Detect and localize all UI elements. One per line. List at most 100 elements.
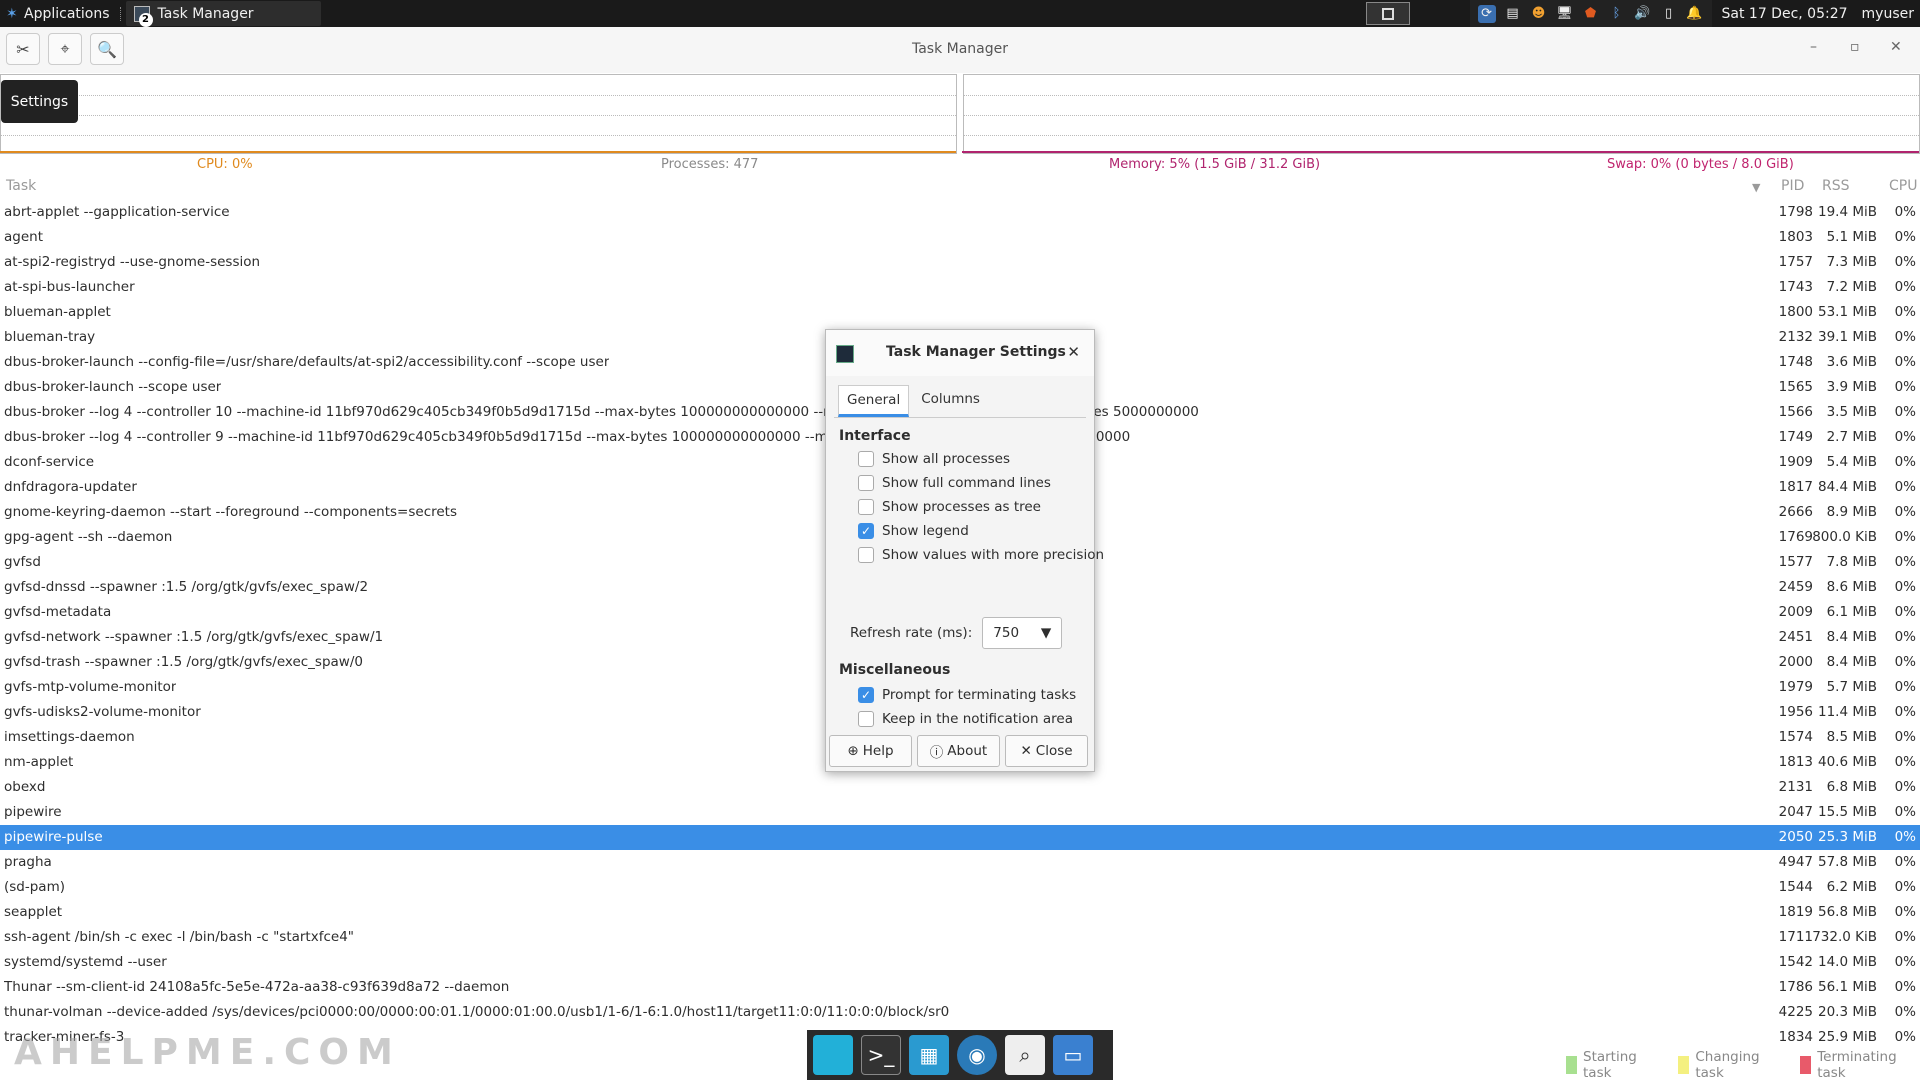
clipboard-icon[interactable]: ▤ bbox=[1504, 5, 1522, 23]
checkbox-option[interactable]: Show all processes bbox=[858, 451, 1010, 467]
volume-icon[interactable]: 🔊 bbox=[1634, 5, 1652, 23]
table-row[interactable]: thunar-volman --device-added /sys/device… bbox=[0, 1000, 1920, 1025]
workspace-switcher[interactable] bbox=[1365, 2, 1410, 25]
web-browser-icon[interactable]: ◉ bbox=[957, 1035, 997, 1075]
cell-task: dbus-broker-launch --config-file=/usr/sh… bbox=[4, 354, 610, 370]
checkbox-label: Prompt for terminating tasks bbox=[882, 687, 1077, 703]
cell-cpu: 0% bbox=[1894, 904, 1916, 920]
cell-rss: 6.2 MiB bbox=[1826, 879, 1877, 895]
column-cpu[interactable]: CPU bbox=[1889, 178, 1917, 194]
cell-pid: 2451 bbox=[1778, 629, 1813, 645]
bluetooth-icon[interactable]: ᛒ bbox=[1608, 5, 1626, 23]
refresh-rate-select[interactable]: 750 ▼ bbox=[982, 617, 1063, 649]
table-row[interactable]: systemd/systemd --user 1542 14.0 MiB 0% bbox=[0, 950, 1920, 975]
dialog-buttons: ⊕ Help ⓘ About ✕ Close bbox=[829, 735, 1088, 767]
table-row[interactable]: pipewire 2047 15.5 MiB 0% bbox=[0, 800, 1920, 825]
dialog-tabs: General Columns bbox=[838, 385, 988, 417]
table-row[interactable]: (sd-pam) 1544 6.2 MiB 0% bbox=[0, 875, 1920, 900]
cell-pid: 1803 bbox=[1778, 229, 1813, 245]
table-row[interactable]: pragha 4947 57.8 MiB 0% bbox=[0, 850, 1920, 875]
checkbox-unchecked[interactable] bbox=[858, 475, 874, 491]
checkbox-option[interactable]: Show values with more precision bbox=[858, 547, 1104, 563]
column-task[interactable]: Task bbox=[6, 178, 36, 194]
cell-rss: 7.3 MiB bbox=[1826, 254, 1877, 270]
table-row[interactable]: ssh-agent /bin/sh -c exec -l /bin/bash -… bbox=[0, 925, 1920, 950]
power-icon[interactable]: ▯ bbox=[1660, 5, 1678, 23]
file-manager-icon[interactable]: ▦ bbox=[909, 1035, 949, 1075]
interface-heading: Interface bbox=[839, 428, 911, 444]
cell-rss: 20.3 MiB bbox=[1817, 1004, 1877, 1020]
table-row[interactable]: abrt-applet --gapplication-service 1798 19… bbox=[0, 200, 1920, 225]
checkbox-checked[interactable]: ✓ bbox=[858, 687, 874, 703]
cell-cpu: 0% bbox=[1894, 629, 1916, 645]
folder-icon[interactable]: ▭ bbox=[1053, 1035, 1093, 1075]
applications-menu[interactable]: ✶ Applications bbox=[0, 0, 116, 27]
table-row[interactable]: agent 1803 5.1 MiB 0% bbox=[0, 225, 1920, 250]
cell-task: obexd bbox=[4, 779, 46, 795]
notification-bell-icon[interactable]: 🔔 bbox=[1686, 5, 1704, 23]
close-label: Close bbox=[1035, 743, 1073, 759]
app-finder-icon[interactable]: ⌕ bbox=[1005, 1035, 1045, 1075]
processes-legend: Processes: 477 bbox=[661, 157, 759, 172]
cell-pid: 1813 bbox=[1778, 754, 1813, 770]
checkbox-option[interactable]: ✓ Prompt for terminating tasks bbox=[858, 687, 1076, 703]
refresh-rate-label: Refresh rate (ms): bbox=[850, 625, 973, 641]
dialog-close-icon[interactable]: ✕ bbox=[1067, 343, 1080, 361]
table-row[interactable]: at-spi-bus-launcher 1743 7.2 MiB 0% bbox=[0, 275, 1920, 300]
help-button[interactable]: ⊕ Help bbox=[829, 735, 912, 767]
cell-pid: 2131 bbox=[1778, 779, 1813, 795]
minimize-button[interactable]: – bbox=[1810, 39, 1817, 55]
panel-clock[interactable]: Sat 17 Dec, 05:27 bbox=[1712, 6, 1858, 22]
checkbox-label: Show processes as tree bbox=[882, 499, 1041, 515]
table-row[interactable]: at-spi2-registryd --use-gnome-session 175… bbox=[0, 250, 1920, 275]
column-pid[interactable]: PID bbox=[1781, 178, 1804, 194]
media-player-icon[interactable]: ☻ bbox=[1530, 5, 1548, 23]
cell-task: Thunar --sm-client-id 24108a5fc-5e5e-472… bbox=[4, 979, 510, 995]
cell-cpu: 0% bbox=[1894, 454, 1916, 470]
settings-tooltip: Settings bbox=[1, 80, 78, 123]
cell-task: at-spi2-registryd --use-gnome-session bbox=[4, 254, 261, 270]
table-row[interactable]: pipewire-pulse 2050 25.3 MiB 0% bbox=[0, 825, 1920, 850]
maximize-button[interactable]: ▫ bbox=[1850, 39, 1860, 55]
close-icon: ✕ bbox=[1020, 743, 1032, 759]
updates-icon[interactable]: ⟳ bbox=[1477, 4, 1496, 23]
terminal-icon[interactable]: >_ bbox=[861, 1035, 901, 1075]
taskbar-label: Task Manager bbox=[157, 5, 254, 22]
show-desktop-icon[interactable] bbox=[813, 1035, 853, 1075]
checkbox-option[interactable]: ✓ Show legend bbox=[858, 523, 969, 539]
table-row[interactable]: Thunar --sm-client-id 24108a5fc-5e5e-472… bbox=[0, 975, 1920, 1000]
top-panel: ✶ Applications 2 Task Manager ⟳ ▤ ☻ 🖥 ⬟ … bbox=[0, 0, 1920, 27]
table-row[interactable]: blueman-applet 1800 53.1 MiB 0% bbox=[0, 300, 1920, 325]
tab-general[interactable]: General bbox=[838, 385, 910, 417]
table-row[interactable]: seapplet 1819 56.8 MiB 0% bbox=[0, 900, 1920, 925]
checkbox-unchecked[interactable] bbox=[858, 547, 874, 563]
cell-pid: 1956 bbox=[1778, 704, 1813, 720]
tab-columns[interactable]: Columns bbox=[913, 385, 988, 417]
network-icon[interactable]: 🖥 bbox=[1556, 5, 1574, 23]
checkbox-unchecked[interactable] bbox=[858, 499, 874, 515]
checkbox-checked[interactable]: ✓ bbox=[858, 523, 874, 539]
checkbox-option[interactable]: Show full command lines bbox=[858, 475, 1051, 491]
swap-legend: Swap: 0% (0 bytes / 8.0 GiB) bbox=[1607, 157, 1794, 172]
checkbox-unchecked[interactable] bbox=[858, 451, 874, 467]
panel-user[interactable]: myuser bbox=[1858, 6, 1920, 22]
sort-chevron-down-icon[interactable]: ▼ bbox=[1752, 181, 1760, 194]
column-rss[interactable]: RSS bbox=[1822, 178, 1850, 194]
terminating-swatch bbox=[1800, 1056, 1812, 1074]
checkbox-option[interactable]: Show processes as tree bbox=[858, 499, 1041, 515]
checkbox-option[interactable]: Keep in the notification area bbox=[858, 711, 1073, 727]
cell-pid: 1544 bbox=[1778, 879, 1813, 895]
cell-pid: 1574 bbox=[1778, 729, 1813, 745]
checkbox-unchecked[interactable] bbox=[858, 711, 874, 727]
cell-task: imsettings-daemon bbox=[4, 729, 135, 745]
cell-pid: 1769 bbox=[1778, 529, 1813, 545]
cpu-graph-line bbox=[0, 151, 956, 153]
misc-heading: Miscellaneous bbox=[839, 662, 951, 678]
table-row[interactable]: obexd 2131 6.8 MiB 0% bbox=[0, 775, 1920, 800]
close-window-button[interactable]: ✕ bbox=[1890, 39, 1902, 55]
taskbar-task-manager[interactable]: 2 Task Manager bbox=[125, 1, 321, 27]
security-shield-icon[interactable]: ⬟ bbox=[1582, 5, 1600, 23]
close-button[interactable]: ✕ Close bbox=[1005, 735, 1088, 767]
cell-pid: 1757 bbox=[1778, 254, 1813, 270]
about-button[interactable]: ⓘ About bbox=[917, 735, 1000, 767]
